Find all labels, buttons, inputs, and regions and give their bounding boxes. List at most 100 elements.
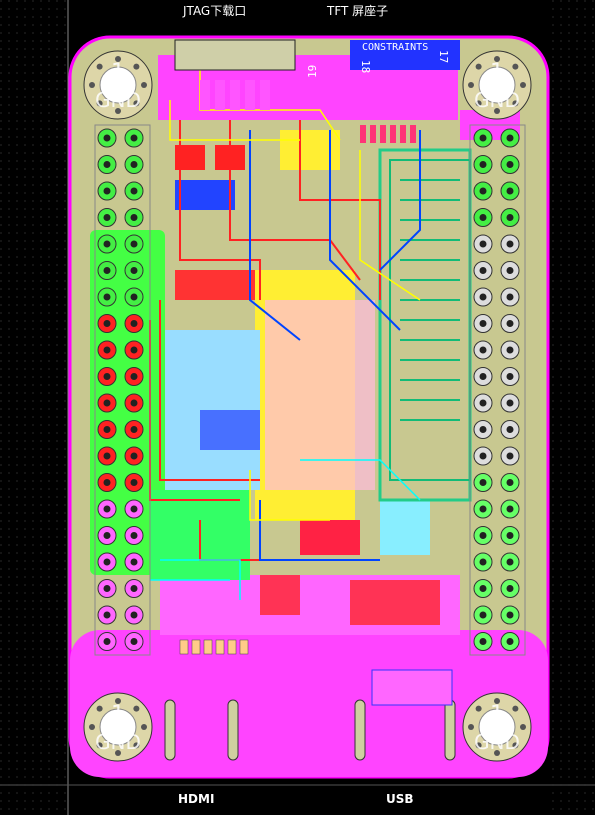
mount-hole-via: [141, 724, 147, 730]
right-header-pin-hole: [479, 585, 487, 592]
left-header-pin-hole: [130, 267, 138, 274]
tft-label: TFT 屏座子: [327, 4, 389, 18]
constraint-label: CONSTRAINTS: [362, 42, 428, 53]
left-header-pin-hole: [103, 161, 111, 168]
mount-hole-via: [475, 63, 482, 70]
right-header-pin-hole: [479, 187, 487, 195]
grid-right: [550, 0, 595, 815]
left-header-pin-hole: [130, 611, 138, 619]
left-header-pin-hole: [130, 399, 138, 407]
right-header-pin-hole: [479, 532, 487, 539]
left-header-pin-hole: [130, 452, 138, 460]
left-header-pin-hole: [103, 426, 111, 433]
left-header-pin-hole: [103, 505, 111, 513]
left-header-pin-hole: [130, 558, 138, 566]
left-header-pin-hole: [130, 585, 138, 592]
left-header-pin-hole: [103, 558, 111, 566]
conn-pin-17-label: 17: [437, 50, 450, 63]
mount-pin-number: 1: [111, 702, 125, 727]
hdmi-label: HDMI: [178, 792, 215, 806]
left-header-pin-hole: [103, 452, 111, 460]
right-header-pin-hole: [479, 214, 487, 221]
right-header-pin-hole: [479, 320, 487, 327]
mount-hole-via: [96, 63, 103, 70]
right-header-pin-hole: [506, 452, 514, 460]
left-header-pin-hole: [130, 134, 138, 142]
right-header-pin-hole: [506, 558, 514, 566]
conn-pin-18-label: 18: [359, 60, 372, 73]
conn-pin-19-label: 19: [306, 65, 319, 78]
right-header-pin-hole: [479, 267, 487, 274]
right-header-pin-hole: [479, 426, 487, 433]
right-header-pin-hole: [506, 638, 514, 645]
left-header-pin-hole: [130, 638, 138, 645]
left-header-pin-hole: [130, 214, 138, 221]
mount-hole-via: [520, 724, 526, 730]
right-header-pin-hole: [506, 320, 514, 327]
right-header-pin-hole: [506, 479, 514, 486]
mount-hole-via: [133, 63, 140, 70]
mount-hole-via: [96, 705, 103, 712]
right-header-pin-hole: [506, 532, 514, 539]
left-header-pin-hole: [103, 320, 111, 327]
right-header-pin-hole: [479, 161, 487, 168]
left-header-pin-hole: [103, 293, 111, 301]
left-header-pin-hole: [103, 214, 111, 221]
right-header-pin-hole: [506, 214, 514, 221]
mount-pin-number: 1: [111, 60, 125, 85]
mount-gnd-label: GND: [95, 730, 141, 754]
right-header-pin-hole: [506, 585, 514, 592]
mount-hole-via: [520, 82, 526, 88]
right-header-pin-hole: [506, 240, 514, 248]
right-header-pin-hole: [506, 373, 514, 380]
mount-pin-number: 1: [490, 60, 504, 85]
right-header-pin-hole: [506, 346, 514, 354]
mount-hole-via: [512, 63, 519, 70]
right-header-pin-hole: [479, 373, 487, 380]
left-header-pin-hole: [103, 638, 111, 645]
left-header-pin-hole: [103, 240, 111, 248]
right-header-pin-hole: [479, 346, 487, 354]
right-header-pin-hole: [506, 293, 514, 301]
right-header-pin-hole: [506, 134, 514, 142]
left-header-pin-hole: [130, 532, 138, 539]
left-header-pin-hole: [130, 240, 138, 248]
mount-hole-via: [475, 705, 482, 712]
left-header-pin-hole: [130, 320, 138, 327]
mount-hole-via: [141, 82, 147, 88]
left-header-pin-hole: [130, 373, 138, 380]
mount-hole-via: [133, 705, 140, 712]
right-header-pin-hole: [506, 505, 514, 513]
left-header-pin-hole: [130, 479, 138, 486]
right-header-pin-hole: [506, 426, 514, 433]
right-header-pin-hole: [506, 187, 514, 195]
left-header-pin-hole: [130, 293, 138, 301]
mount-hole-via: [512, 705, 519, 712]
left-header-pin-hole: [103, 134, 111, 142]
mount-pin-number: 1: [490, 702, 504, 727]
mount-gnd-label: GND: [95, 88, 141, 112]
right-header-pin-hole: [479, 293, 487, 301]
left-header-pin-hole: [130, 505, 138, 513]
left-header-pin-hole: [103, 585, 111, 592]
right-header-pin-hole: [506, 267, 514, 274]
left-header-pin-hole: [103, 373, 111, 380]
right-header-pin-hole: [479, 399, 487, 407]
right-header-pin-hole: [479, 479, 487, 486]
right-header-pin-hole: [479, 638, 487, 645]
right-header-pin-hole: [479, 505, 487, 513]
mount-gnd-label: GND: [474, 730, 520, 754]
right-header-pin-hole: [506, 611, 514, 619]
left-header-pin-hole: [130, 187, 138, 195]
left-header-pin-hole: [103, 399, 111, 407]
right-header-pin-hole: [479, 452, 487, 460]
left-header-pin-hole: [103, 611, 111, 619]
left-header-pin-hole: [103, 479, 111, 486]
right-header-pin-hole: [479, 558, 487, 566]
left-header-pin-hole: [130, 426, 138, 433]
right-header-pin-hole: [506, 399, 514, 407]
left-header-pin-hole: [130, 346, 138, 354]
left-header-pin-hole: [130, 161, 138, 168]
usb-label: USB: [386, 792, 414, 806]
grid-left: [0, 0, 70, 815]
